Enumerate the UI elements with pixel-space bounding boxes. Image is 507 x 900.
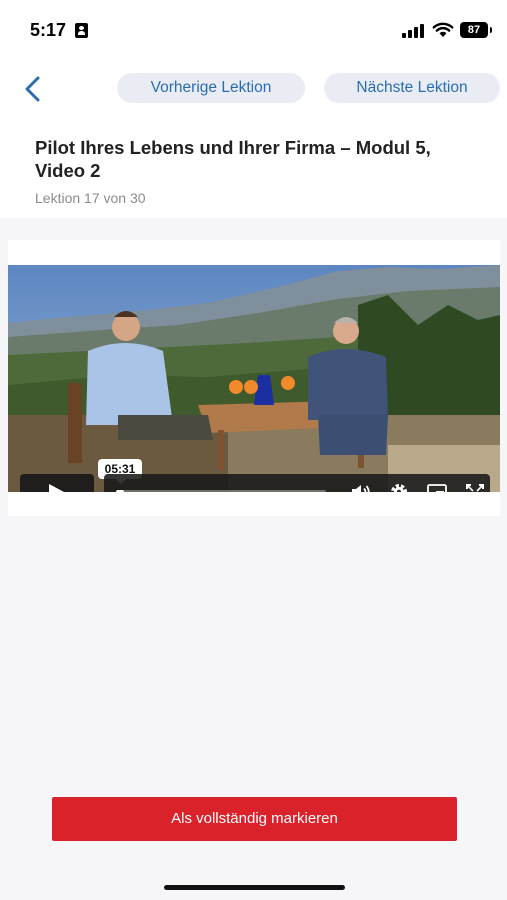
battery-icon: 87	[460, 22, 492, 38]
settings-gear-icon[interactable]	[388, 482, 410, 492]
play-button[interactable]	[20, 474, 94, 492]
progress-fill	[116, 490, 125, 492]
progress-bar[interactable]	[116, 490, 326, 492]
fullscreen-icon[interactable]	[464, 482, 486, 492]
home-indicator	[164, 885, 345, 890]
status-time: 5:17	[30, 20, 67, 40]
video-card: 05:31	[8, 240, 500, 516]
contact-card-icon	[75, 23, 88, 38]
video-thumbnail	[8, 265, 500, 492]
wifi-icon	[432, 22, 454, 37]
lesson-title: Pilot Ihres Lebens und Ihrer Firma – Mod…	[35, 137, 431, 181]
video-controls-bar	[104, 474, 490, 492]
next-lesson-button[interactable]: Nächste Lektion	[324, 73, 500, 103]
mark-complete-button[interactable]: Als vollständig markieren	[52, 797, 457, 841]
cellular-signal-icon	[402, 24, 424, 38]
volume-icon[interactable]	[350, 482, 372, 492]
picture-in-picture-icon[interactable]	[426, 482, 448, 492]
video-player[interactable]: 05:31	[8, 265, 500, 492]
lesson-progress-label: Lektion 17 von 30	[35, 190, 146, 206]
status-bar: 5:17 87	[0, 0, 507, 60]
nav-bar: Vorherige Lektion Nächste Lektion	[0, 60, 507, 120]
chevron-left-icon[interactable]	[18, 72, 48, 106]
previous-lesson-button[interactable]: Vorherige Lektion	[117, 73, 305, 103]
lesson-header: Pilot Ihres Lebens und Ihrer Firma – Mod…	[0, 120, 507, 218]
